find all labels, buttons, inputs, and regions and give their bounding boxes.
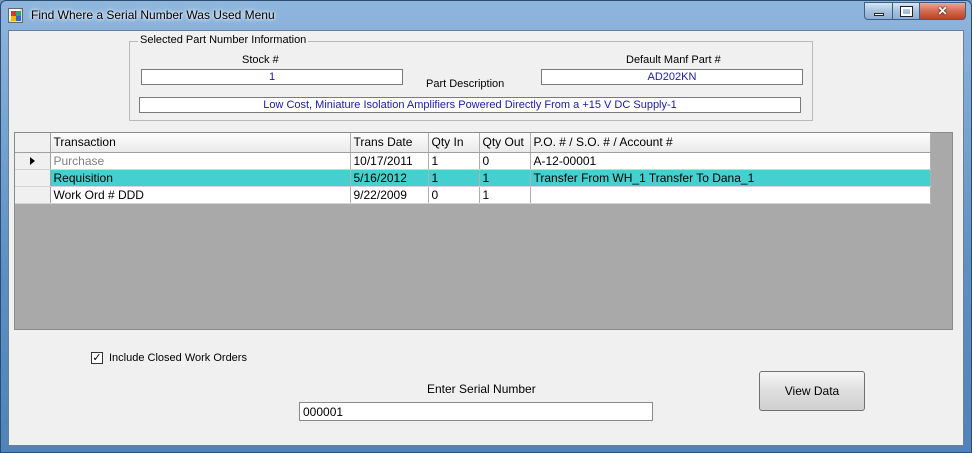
cell-qty-in[interactable]: 0 [428, 186, 480, 204]
view-data-button[interactable]: View Data [759, 371, 865, 411]
col-header-trans-date[interactable]: Trans Date [350, 133, 429, 153]
col-header-qty-out[interactable]: Qty Out [479, 133, 531, 153]
stock-label: Stock # [242, 54, 279, 66]
cell-po-so-account[interactable] [530, 186, 931, 204]
cell-transaction[interactable]: Purchase [50, 152, 351, 170]
minimize-icon [873, 12, 884, 16]
maximize-button[interactable] [892, 2, 920, 20]
row-header[interactable] [15, 152, 51, 170]
row-header[interactable] [15, 186, 51, 204]
cell-qty-out[interactable]: 1 [479, 186, 531, 204]
cell-qty-out[interactable]: 1 [479, 169, 531, 187]
close-button[interactable]: ✕ [920, 2, 966, 20]
part-description-field[interactable]: Low Cost, Miniature Isolation Amplifiers… [139, 97, 801, 113]
cell-qty-out[interactable]: 0 [479, 152, 531, 170]
part-info-group: Selected Part Number Information Stock #… [129, 34, 813, 121]
part-description-label: Part Description [426, 78, 505, 90]
table-row[interactable]: Requisition 5/16/2012 1 1 Transfer From … [15, 169, 931, 187]
minimize-button[interactable] [864, 2, 892, 20]
cell-trans-date[interactable]: 10/17/2011 [350, 152, 429, 170]
col-header-po-so-account[interactable]: P.O. # / S.O. # / Account # [530, 133, 931, 153]
serial-number-input[interactable] [299, 402, 653, 421]
check-icon: ✓ [92, 352, 102, 364]
client-area: Selected Part Number Information Stock #… [8, 30, 964, 446]
stock-field[interactable]: 1 [141, 69, 403, 85]
current-row-arrow-icon [29, 156, 35, 165]
table-row[interactable]: Work Ord # DDD 9/22/2009 0 1 [15, 186, 931, 204]
row-header[interactable] [15, 169, 51, 187]
cell-po-so-account[interactable]: Transfer From WH_1 Transfer To Dana_1 [530, 169, 931, 187]
close-icon: ✕ [937, 4, 948, 18]
transactions-grid[interactable]: Transaction Trans Date Qty In Qty Out P.… [14, 132, 953, 330]
cell-trans-date[interactable]: 5/16/2012 [350, 169, 429, 187]
maximize-icon [899, 5, 913, 17]
cell-qty-in[interactable]: 1 [428, 169, 480, 187]
title-bar[interactable]: Find Where a Serial Number Was Used Menu… [1, 1, 971, 29]
include-closed-checkbox[interactable]: ✓ [91, 352, 103, 364]
manf-part-field[interactable]: AD202KN [541, 69, 803, 85]
col-header-transaction[interactable]: Transaction [50, 133, 351, 153]
include-closed-label[interactable]: Include Closed Work Orders [109, 352, 247, 364]
col-header-qty-in[interactable]: Qty In [428, 133, 480, 153]
cell-transaction[interactable]: Work Ord # DDD [50, 186, 351, 204]
part-info-legend: Selected Part Number Information [138, 34, 309, 46]
manf-part-label: Default Manf Part # [626, 54, 721, 66]
row-header-corner [15, 133, 51, 153]
app-icon[interactable] [8, 8, 23, 23]
include-closed-checkbox-row[interactable]: ✓ Include Closed Work Orders [91, 352, 247, 364]
cell-qty-in[interactable]: 1 [428, 152, 480, 170]
transactions-table: Transaction Trans Date Qty In Qty Out P.… [15, 133, 931, 204]
app-window: Find Where a Serial Number Was Used Menu… [0, 0, 972, 453]
cell-po-so-account[interactable]: A-12-00001 [530, 152, 931, 170]
caption-buttons: ✕ [864, 2, 966, 20]
table-row[interactable]: Purchase 10/17/2011 1 0 A-12-00001 [15, 152, 931, 170]
serial-number-label: Enter Serial Number [427, 382, 536, 396]
cell-trans-date[interactable]: 9/22/2009 [350, 186, 429, 204]
window-title: Find Where a Serial Number Was Used Menu [31, 8, 275, 22]
cell-transaction[interactable]: Requisition [50, 169, 351, 187]
grid-header-row: Transaction Trans Date Qty In Qty Out P.… [15, 133, 931, 153]
